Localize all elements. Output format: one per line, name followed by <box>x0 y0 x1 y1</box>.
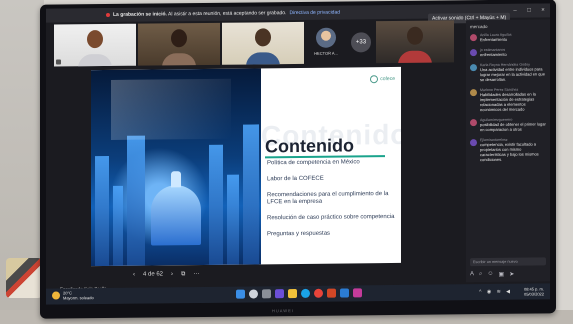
avatar <box>470 34 477 42</box>
presentation-slide: Contenido cofece Contenido Política de c… <box>91 66 401 267</box>
cofece-logo: cofece <box>370 75 395 84</box>
participant-avatar-tile[interactable]: HECTOR A... <box>306 21 346 63</box>
avatar <box>470 49 477 57</box>
toc-item: Política de competencia en México <box>267 159 360 167</box>
avatar <box>470 89 477 97</box>
teams-icon[interactable] <box>275 289 284 299</box>
search-icon[interactable] <box>249 289 258 299</box>
table-of-contents: Política de competencia en México Labor … <box>267 159 397 247</box>
taskbar-apps <box>236 288 362 299</box>
windows-taskbar: 20°C Mayorm. soleado ^ ◉ ≋ ◀ 08:45 p. m. <box>46 283 550 305</box>
laptop-monitor: La grabación se inició. Al asistir a est… <box>40 0 556 319</box>
logo-text: cofece <box>380 75 395 83</box>
participant-video-tile[interactable] <box>376 20 454 64</box>
slide-grid-icon[interactable]: ⧉ <box>181 271 185 278</box>
previous-slide-button[interactable]: ‹ <box>133 272 135 278</box>
send-icon[interactable]: ➤ <box>509 271 514 278</box>
task-view-icon[interactable] <box>262 289 271 299</box>
chat-text: enfrentamiento <box>480 51 507 58</box>
chat-text: Enfrentamiento <box>480 36 508 43</box>
attach-icon[interactable]: ⌕ <box>479 271 482 278</box>
clock-date: 05/03/2022 <box>523 291 544 297</box>
participant-name: HECTOR A... <box>314 50 338 56</box>
more-participants[interactable]: +33 <box>348 21 374 63</box>
logo-icon <box>370 75 379 84</box>
recording-icon <box>106 12 110 18</box>
more-options-button[interactable]: ··· <box>193 271 199 277</box>
title-underline <box>265 155 385 159</box>
chat-text: posibilidad de obtener el primer lugar e… <box>480 121 546 133</box>
weather-widget[interactable]: 20°C Mayorm. soleado <box>52 290 94 300</box>
next-slide-button[interactable]: › <box>171 271 173 277</box>
participant-count: +33 <box>351 32 371 53</box>
chat-message: Ejlamirantarelosz competencia, existir f… <box>466 133 550 164</box>
start-icon[interactable] <box>236 289 245 299</box>
emoji-icon[interactable]: ☺ <box>487 271 493 278</box>
chat-message: Aguilamirezguerrero posibilidad de obten… <box>466 113 550 134</box>
avatar <box>316 27 336 48</box>
chat-text: Habilidades desarrolladas en la implemen… <box>480 91 536 113</box>
desk-clutter <box>6 258 42 298</box>
participant-video-tile[interactable] <box>54 23 136 67</box>
slide-navigation: ‹ 4 de 62 › ⧉ ··· <box>91 265 401 282</box>
toc-item: Preguntas y respuestas <box>267 230 331 238</box>
mic-off-icon <box>56 59 61 65</box>
participant-video-tile[interactable] <box>138 22 220 66</box>
word-icon[interactable] <box>340 288 349 298</box>
chat-panel: mercado Anilla Laura Aguilas Enfrentamie… <box>466 19 550 283</box>
chrome-icon[interactable] <box>314 288 323 298</box>
city-photo <box>91 68 261 267</box>
close-icon[interactable]: × <box>536 7 550 13</box>
recording-text: Al asistir a esta reunión, está aceptand… <box>168 10 287 18</box>
file-explorer-icon[interactable] <box>288 289 297 299</box>
toc-item: Resolución de caso práctico sobre compet… <box>267 213 395 222</box>
slide-counter: 4 de 62 <box>143 271 164 278</box>
maximize-icon[interactable]: □ <box>522 8 536 14</box>
avatar <box>470 119 477 127</box>
minimize-icon[interactable]: – <box>508 8 522 14</box>
monitor-brand-logo: HUAWEI <box>272 308 294 314</box>
powerpoint-icon[interactable] <box>327 288 336 298</box>
chat-message-input[interactable]: Escribir un mensaje nuevo <box>470 257 546 267</box>
slide-title: Contenido <box>265 135 354 157</box>
chat-text: Una actividad entre individuos para logr… <box>480 66 545 83</box>
toc-item: Recomendaciones para el cumplimiento de … <box>267 191 389 206</box>
chat-message: Anilla Laura Aguilas Enfrentamiento <box>466 28 550 44</box>
gif-icon[interactable]: ▣ <box>499 271 505 278</box>
chat-text: competencia, existir facultado a propiet… <box>480 141 539 163</box>
edge-icon[interactable] <box>301 288 310 298</box>
app-icon[interactable] <box>353 288 362 298</box>
participant-video-strip: HECTOR A... +33 <box>54 20 454 67</box>
format-icon[interactable]: A <box>470 271 474 278</box>
chat-toolbar: A ⌕ ☺ ▣ ➤ <box>470 271 514 278</box>
toc-item: Labor de la COFECE <box>267 175 324 183</box>
avatar <box>470 64 477 72</box>
chat-message: jo estimantanos enfrentamiento <box>466 43 550 59</box>
weather-description: Mayorm. soleado <box>63 295 94 301</box>
participant-video-tile[interactable] <box>222 21 304 65</box>
sun-icon <box>52 291 60 300</box>
system-tray-icons[interactable]: ^ ◉ ≋ ◀ <box>479 289 512 295</box>
avatar <box>470 139 477 147</box>
recording-lead: La grabación se inició. <box>113 11 167 18</box>
chat-message: Marlene Perez Sánchez Habilidades desarr… <box>466 83 550 114</box>
clock[interactable]: 08:45 p. m. 05/03/2022 <box>524 286 544 296</box>
screen: La grabación se inició. Al asistir a est… <box>46 3 550 305</box>
chat-message: Karla Reyna Hernández Godoy Una activida… <box>466 58 550 84</box>
privacy-link[interactable]: Directiva de privacidad <box>289 10 340 17</box>
